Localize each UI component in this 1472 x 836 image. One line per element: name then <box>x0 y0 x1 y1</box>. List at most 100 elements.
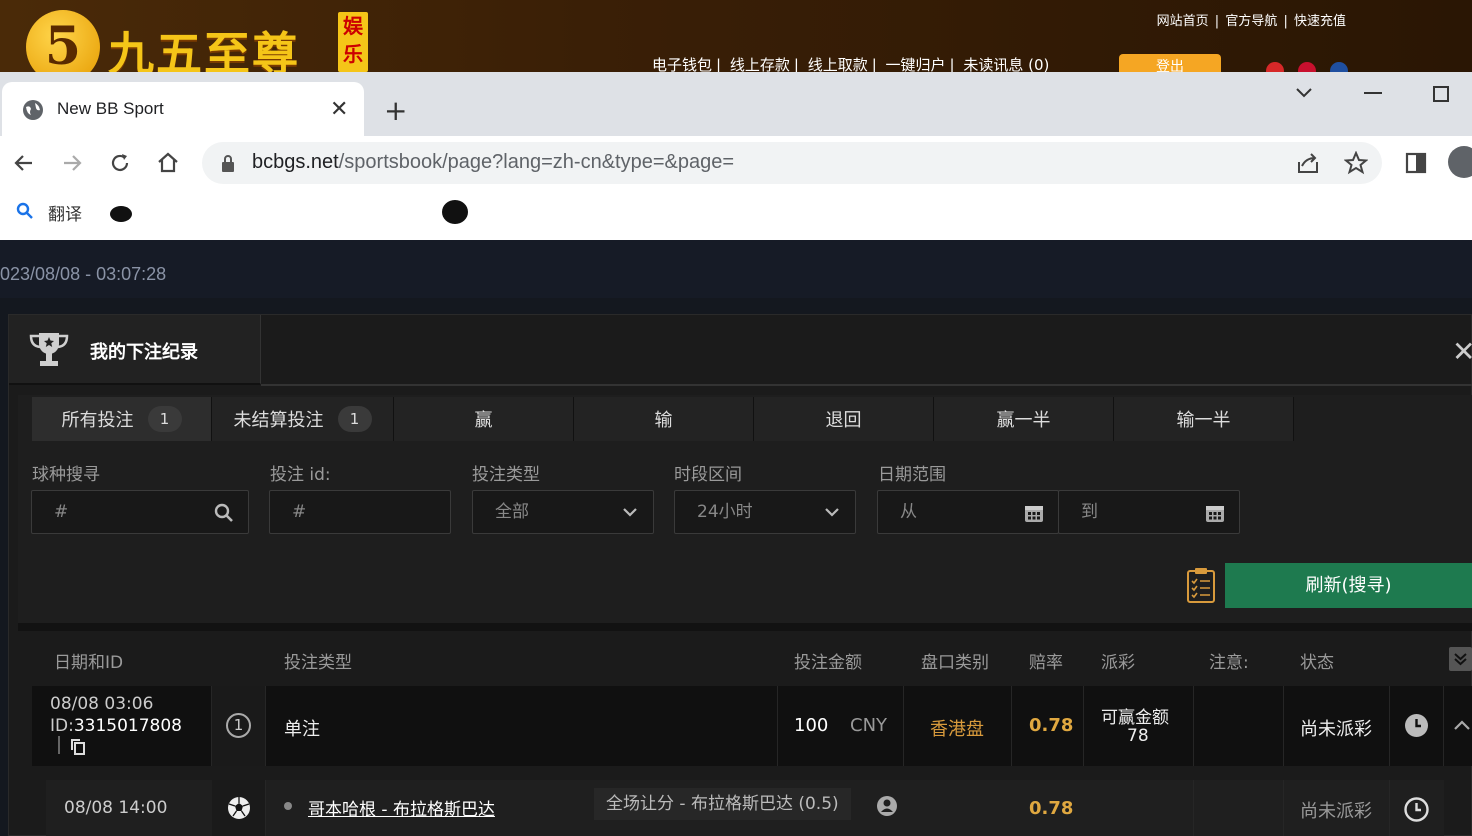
close-panel-icon[interactable]: ✕ <box>1452 335 1472 368</box>
date-to-input[interactable]: 到 <box>1058 490 1240 534</box>
copy-icon[interactable] <box>70 738 86 756</box>
user-info-icon[interactable] <box>876 795 898 817</box>
col-market: 盘口类别 <box>921 653 989 673</box>
link-quick-recharge[interactable]: 快速充值 <box>1294 14 1346 29</box>
bet-id-label: 投注 id: <box>270 465 331 485</box>
panel-title: 我的下注纪录 <box>90 342 198 363</box>
bookmark-star-icon[interactable] <box>1344 151 1368 175</box>
globe-icon <box>23 100 43 120</box>
cell-empty <box>1084 780 1194 836</box>
bookmarks-bar <box>0 192 1472 240</box>
col-payout: 派彩 <box>1101 653 1135 673</box>
search-icon[interactable] <box>16 202 34 220</box>
col-notes: 注意: <box>1209 653 1249 673</box>
tab-half-lost[interactable]: 输一半 <box>1114 397 1294 441</box>
bet-date: 08/08 03:06 <box>50 694 154 714</box>
calendar-icon[interactable] <box>1024 503 1044 523</box>
share-icon[interactable] <box>1296 152 1320 174</box>
date-from-placeholder: 从 <box>900 502 917 522</box>
date-range-label: 日期范围 <box>878 465 946 485</box>
tab-count-badge: 1 <box>147 406 182 432</box>
tab-all-bets[interactable]: 所有投注 1 <box>32 397 212 441</box>
maximize-icon[interactable] <box>1433 86 1449 102</box>
bet-id-value: 3315017808 <box>73 716 183 736</box>
calendar-icon[interactable] <box>1205 503 1225 523</box>
tab-half-won[interactable]: 赢一半 <box>934 397 1114 441</box>
tab-lost[interactable]: 输 <box>574 397 754 441</box>
sport-search-input[interactable]: # <box>31 490 249 534</box>
bet-odds: 0.78 <box>1029 715 1074 736</box>
sport-search-label: 球种搜寻 <box>32 465 100 485</box>
tab-won[interactable]: 赢 <box>394 397 574 441</box>
site-header-bar <box>0 240 1472 298</box>
col-odds: 赔率 <box>1029 653 1063 673</box>
home-icon[interactable] <box>156 151 180 175</box>
tab-search-chevron-icon[interactable] <box>1294 82 1314 102</box>
sport-search-placeholder: # <box>54 502 69 522</box>
refresh-search-button[interactable]: 刷新(搜寻) <box>1225 563 1472 608</box>
bet-amount: 100 <box>794 715 829 736</box>
bet-currency: CNY <box>850 715 888 736</box>
divider <box>18 623 1472 631</box>
double-chevron-down-icon <box>1454 653 1467 666</box>
bet-id-input[interactable]: # <box>269 490 451 534</box>
profile-avatar[interactable] <box>1448 146 1472 178</box>
search-icon[interactable] <box>214 503 234 523</box>
cell-bet-type <box>266 686 778 766</box>
match-link[interactable]: 哥本哈根 - 布拉格斯巴达 <box>308 795 495 820</box>
bullet-icon <box>284 802 292 810</box>
side-panel-icon[interactable] <box>1404 151 1428 175</box>
payout-label: 可赢金额 <box>1101 708 1169 728</box>
soccer-ball-icon <box>228 797 250 819</box>
site-top-links: 网站首页 | 官方导航 | 快速充值 <box>1156 14 1346 29</box>
bet-status: 尚未派彩 <box>1300 719 1372 740</box>
chevron-down-icon <box>623 508 637 517</box>
tab-label: 未结算投注 <box>233 410 324 431</box>
bookmark-favicon-icon[interactable] <box>442 200 468 224</box>
period-label: 时段区间 <box>674 465 742 485</box>
bet-type-select[interactable]: 全部 <box>472 490 654 534</box>
collapse-all-button[interactable] <box>1449 647 1472 671</box>
tab-count-badge: 1 <box>337 406 372 432</box>
bet-index-badge: 1 <box>226 713 251 738</box>
bet-id-prefix: ID: <box>50 716 74 736</box>
server-datetime: 023/08/08 - 03:07:28 <box>0 264 167 284</box>
url-path: /sportsbook/page?lang=zh-cn&type=&page= <box>338 151 735 173</box>
tab-refunded[interactable]: 退回 <box>754 397 934 441</box>
selection-pick: 全场让分 - 布拉格斯巴达 (0.5) <box>594 788 851 820</box>
back-icon[interactable] <box>12 151 36 175</box>
lock-icon[interactable] <box>220 153 236 173</box>
selection-odds: 0.78 <box>1029 798 1074 819</box>
minimize-icon[interactable] <box>1364 92 1382 94</box>
cell-empty <box>1194 780 1284 836</box>
date-to-placeholder: 到 <box>1081 502 1098 522</box>
new-tab-icon[interactable]: + <box>384 94 407 127</box>
clock-icon <box>1405 714 1428 737</box>
reload-icon[interactable] <box>108 151 132 175</box>
tab-unsettled-bets[interactable]: 未结算投注 1 <box>212 397 394 441</box>
link-official-nav[interactable]: 官方导航 <box>1225 14 1277 29</box>
panel-header-divider <box>261 384 1472 386</box>
period-select[interactable]: 24小时 <box>674 490 856 534</box>
url-host: bcbgs.net <box>252 151 339 173</box>
tab-close-icon[interactable]: ✕ <box>330 97 348 122</box>
bookmark-favicon-icon[interactable] <box>110 206 132 222</box>
col-bet-type: 投注类型 <box>284 653 352 673</box>
bet-type: 单注 <box>284 719 320 740</box>
selection-status: 尚未派彩 <box>1300 801 1372 822</box>
bet-id: ID:3315017808 <box>50 716 182 736</box>
payout-value: 78 <box>1127 726 1149 746</box>
clipboard-icon[interactable] <box>1186 566 1216 604</box>
forward-icon[interactable] <box>60 151 84 175</box>
clock-icon <box>1404 797 1429 822</box>
bet-type-label: 投注类型 <box>472 465 540 485</box>
chevron-up-icon[interactable] <box>1452 716 1472 734</box>
chevron-down-icon <box>825 508 839 517</box>
bookmark-translate[interactable]: 翻译 <box>48 200 82 225</box>
bet-type-value: 全部 <box>495 502 529 522</box>
tab-title: New BB Sport <box>57 99 164 118</box>
link-home[interactable]: 网站首页 <box>1157 14 1209 29</box>
date-from-input[interactable]: 从 <box>877 490 1059 534</box>
col-date-id: 日期和ID <box>54 653 124 673</box>
url-text[interactable]: bcbgs.net/sportsbook/page?lang=zh-cn&typ… <box>252 151 734 174</box>
